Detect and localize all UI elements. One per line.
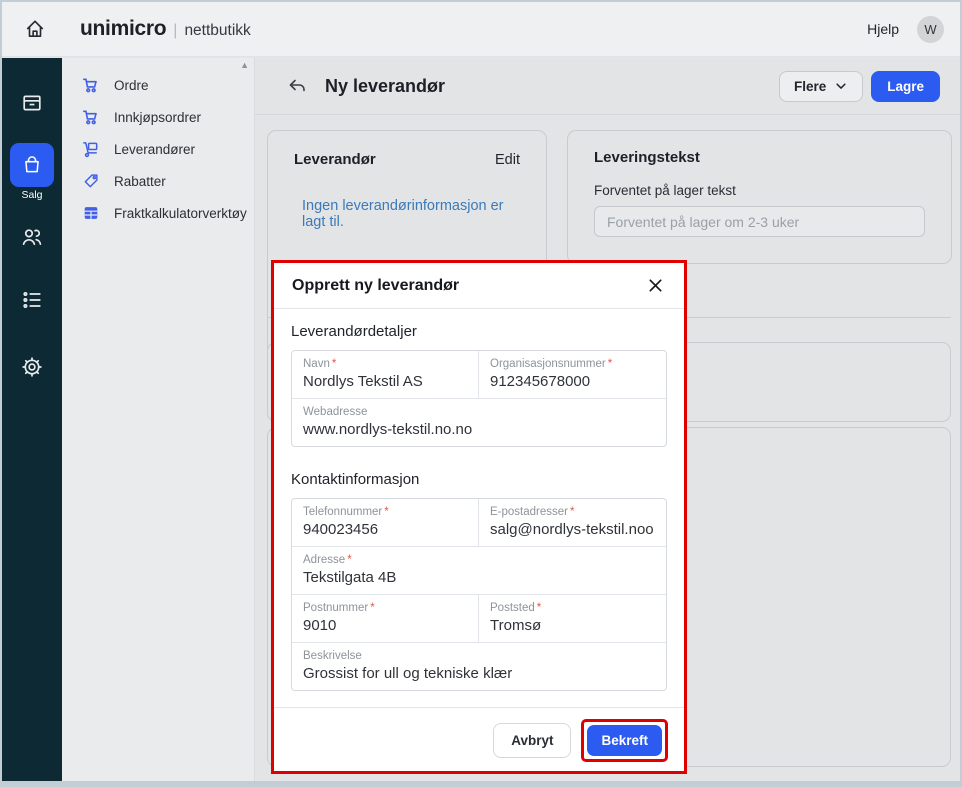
brand-logo: unimicro | nettbutikk xyxy=(80,17,251,41)
sidebar-item-innkjopsordrer[interactable]: Innkjøpsordrer xyxy=(62,101,254,133)
modal-title: Opprett ny leverandør xyxy=(292,277,459,295)
orgnr-input[interactable] xyxy=(490,371,655,391)
field-webadresse: Webadresse xyxy=(292,399,666,446)
field-epostadresser-label: E-postadresser xyxy=(490,506,568,518)
required-mark: * xyxy=(570,506,574,518)
required-mark: * xyxy=(608,358,612,370)
sidebar-item-ordre[interactable]: Ordre xyxy=(62,69,254,101)
field-navn-label: Navn xyxy=(303,358,330,370)
supplier-empty-text: Ingen leverandørinformasjon er lagt til. xyxy=(294,198,520,230)
contact-info-group: Telefonnummer* E-postadresser* Adresse* xyxy=(291,498,667,691)
collapse-arrow-icon[interactable]: ▲ xyxy=(240,60,249,70)
confirm-button[interactable]: Bekreft xyxy=(587,725,662,756)
field-orgnr: Organisasjonsnummer* xyxy=(479,351,666,398)
field-postnummer-label: Postnummer xyxy=(303,602,368,614)
user-avatar[interactable]: W xyxy=(917,16,944,43)
cart-icon xyxy=(81,108,100,127)
field-poststed: Poststed* xyxy=(479,595,666,642)
field-poststed-label: Poststed xyxy=(490,602,535,614)
sidebar-item-label: Rabatter xyxy=(114,174,166,189)
customers-icon[interactable] xyxy=(2,225,62,249)
logo-unimicro: unimicro xyxy=(80,17,166,41)
field-adresse: Adresse* xyxy=(292,547,666,594)
save-button[interactable]: Lagre xyxy=(871,71,940,102)
page-title: Ny leverandør xyxy=(325,76,445,97)
sidebar-item-leverandorer[interactable]: Leverandører xyxy=(62,133,254,165)
sidebar-item-label: Fraktkalkulatorverktøy xyxy=(114,206,247,221)
postnummer-input[interactable] xyxy=(303,615,467,635)
app-window: unimicro | nettbutikk Hjelp W Salg xyxy=(0,0,962,787)
required-mark: * xyxy=(347,554,351,566)
field-postnummer: Postnummer* xyxy=(292,595,479,642)
section-title-details: Leverandørdetaljer xyxy=(291,323,667,340)
delivery-text-card: Leveringstekst Forventet på lager tekst xyxy=(567,130,952,264)
table-icon xyxy=(81,204,100,223)
modal-header: Opprett ny leverandør xyxy=(274,263,684,309)
supplier-card-title: Leverandør xyxy=(294,151,376,168)
more-button-label: Flere xyxy=(794,79,826,94)
more-button[interactable]: Flere xyxy=(779,71,863,102)
sidebar-item-fraktkalkulator[interactable]: Fraktkalkulatorverktøy xyxy=(62,197,254,229)
modal-footer: Avbryt Bekreft xyxy=(274,707,684,773)
chevron-down-icon xyxy=(834,79,848,93)
adresse-input[interactable] xyxy=(303,567,655,587)
required-mark: * xyxy=(332,358,336,370)
hand-truck-icon xyxy=(81,140,100,159)
header-actions: Flere Lagre xyxy=(779,71,940,102)
page-header: Ny leverandør Flere Lagre xyxy=(255,58,960,115)
required-mark: * xyxy=(537,602,541,614)
help-link[interactable]: Hjelp xyxy=(867,21,899,37)
create-supplier-modal: Opprett ny leverandør Leverandørdetaljer… xyxy=(271,260,687,774)
close-icon[interactable] xyxy=(644,275,666,297)
field-telefonnummer-label: Telefonnummer xyxy=(303,506,382,518)
cancel-button[interactable]: Avbryt xyxy=(493,723,571,758)
delivery-card-title: Leveringstekst xyxy=(594,149,700,166)
field-beskrivelse-label: Beskrivelse xyxy=(303,650,362,662)
field-orgnr-label: Organisasjonsnummer xyxy=(490,358,606,370)
primary-sidebar: Salg xyxy=(2,58,62,781)
confirm-highlight-frame: Bekreft xyxy=(581,719,668,762)
sidebar-item-label: Innkjøpsordrer xyxy=(114,110,201,125)
back-arrow-icon[interactable] xyxy=(283,72,311,100)
expected-stock-input[interactable] xyxy=(594,206,925,237)
beskrivelse-input[interactable] xyxy=(303,663,655,683)
field-epostadresser: E-postadresser* xyxy=(479,499,666,546)
sidebar-item-salg-label: Salg xyxy=(2,189,62,201)
field-navn: Navn* xyxy=(292,351,479,398)
archive-icon[interactable] xyxy=(2,91,62,115)
field-webadresse-label: Webadresse xyxy=(303,406,367,418)
poststed-input[interactable] xyxy=(490,615,655,635)
field-adresse-label: Adresse xyxy=(303,554,345,566)
sidebar-item-label: Leverandører xyxy=(114,142,195,157)
topbar: unimicro | nettbutikk Hjelp W xyxy=(2,2,960,57)
cart-icon xyxy=(81,76,100,95)
sidebar-item-label: Ordre xyxy=(114,78,149,93)
settings-gear-icon[interactable] xyxy=(2,355,62,379)
list-icon[interactable] xyxy=(2,288,62,312)
field-telefonnummer: Telefonnummer* xyxy=(292,499,479,546)
supplier-edit-link[interactable]: Edit xyxy=(495,152,520,168)
epostadresser-input[interactable] xyxy=(490,519,655,539)
sidebar-item-rabatter[interactable]: Rabatter xyxy=(62,165,254,197)
logo-nettbutikk: nettbutikk xyxy=(184,22,250,40)
webadresse-input[interactable] xyxy=(303,419,655,439)
topbar-right: Hjelp W xyxy=(867,16,944,43)
telefonnummer-input[interactable] xyxy=(303,519,467,539)
home-icon[interactable] xyxy=(18,12,52,46)
field-beskrivelse: Beskrivelse xyxy=(292,643,666,690)
secondary-sidebar: ▲ Ordre Innkjøpsordrer Le xyxy=(62,58,255,781)
modal-body: Leverandørdetaljer Navn* Organisasjonsnu… xyxy=(274,309,684,707)
section-title-contact: Kontaktinformasjon xyxy=(291,471,667,488)
expected-stock-label: Forventet på lager tekst xyxy=(594,183,925,198)
navn-input[interactable] xyxy=(303,371,467,391)
required-mark: * xyxy=(384,506,388,518)
sidebar-item-salg[interactable] xyxy=(10,143,54,187)
required-mark: * xyxy=(370,602,374,614)
logo-divider: | xyxy=(173,22,177,40)
supplier-details-group: Navn* Organisasjonsnummer* Webadresse xyxy=(291,350,667,447)
tag-icon xyxy=(81,172,100,191)
